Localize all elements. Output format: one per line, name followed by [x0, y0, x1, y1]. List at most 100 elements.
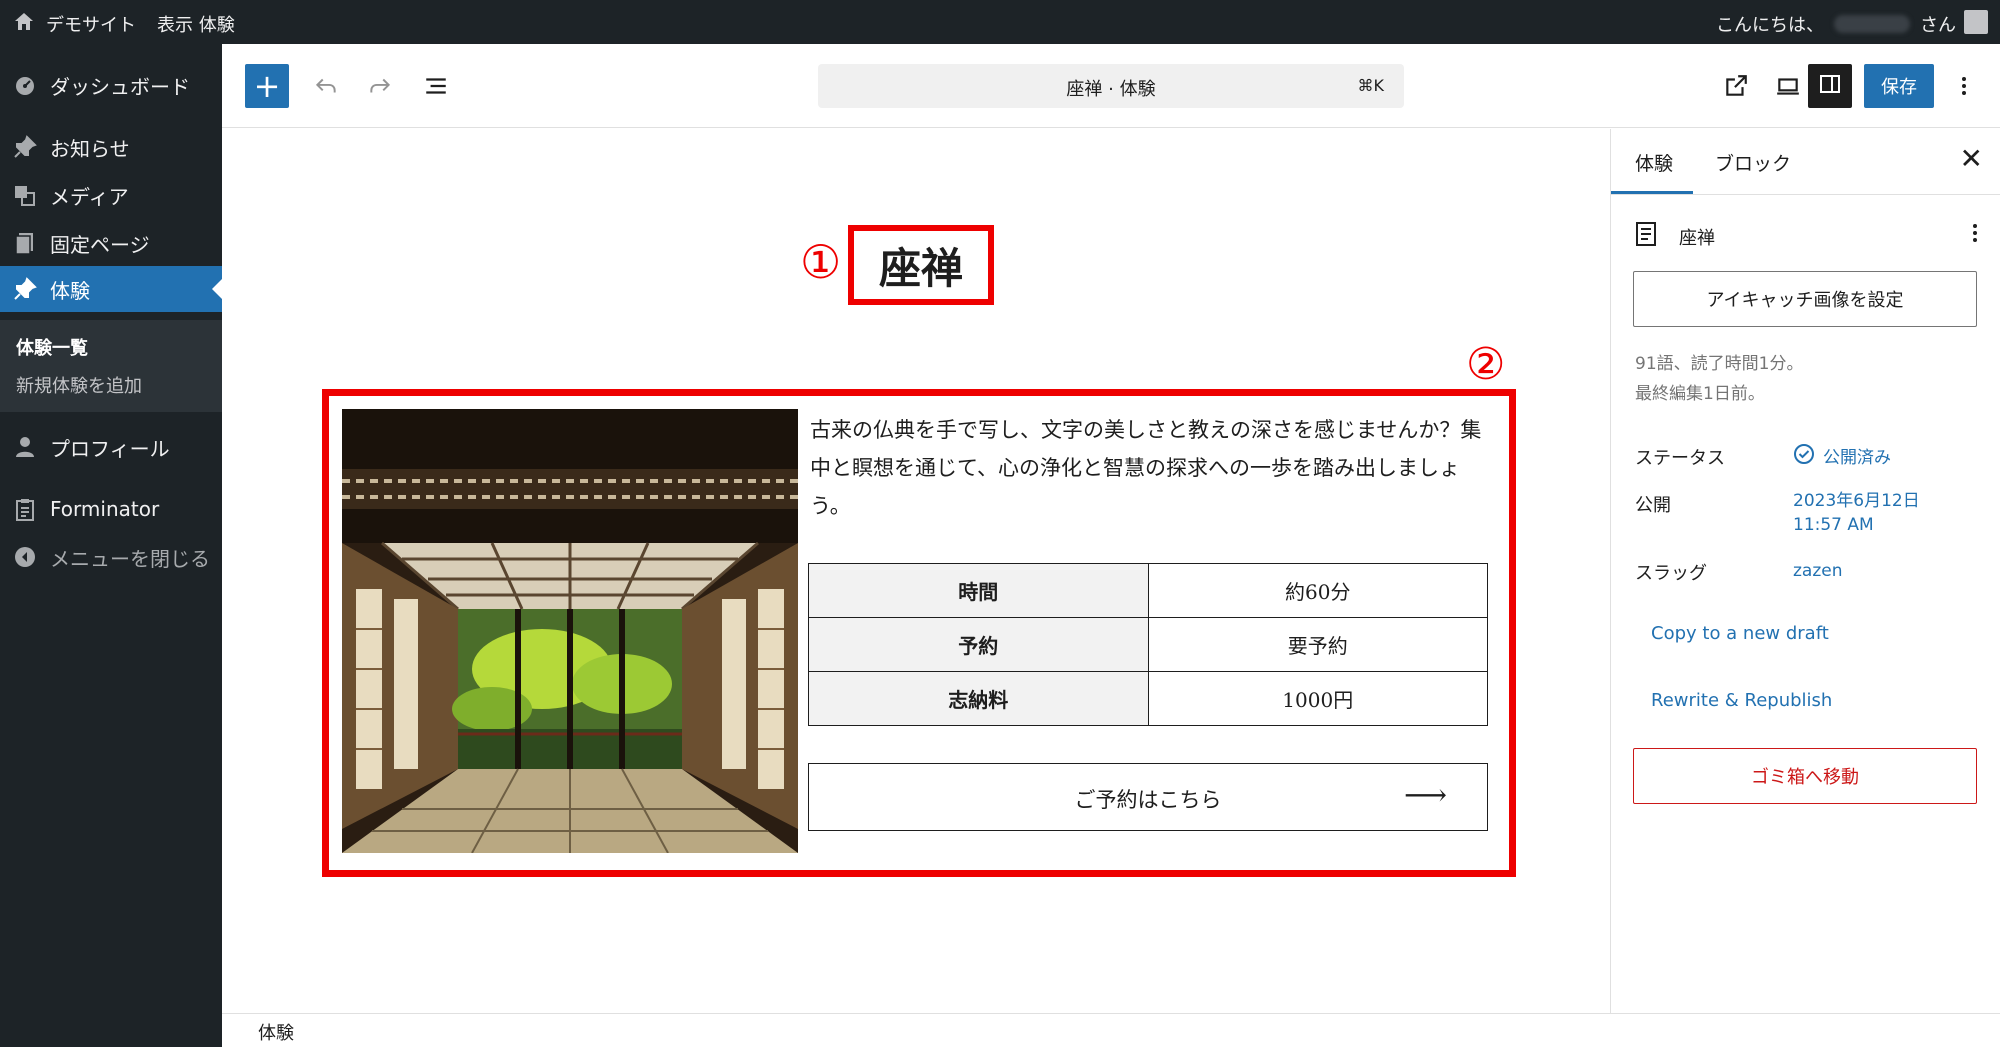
arrow-right-icon: ⟶ — [1403, 778, 1447, 813]
check-circle-icon — [1793, 443, 1815, 472]
sidebar-item-label: プロフィール — [50, 436, 170, 461]
pin-icon — [12, 134, 38, 160]
sidebar-item-label: メディア — [50, 184, 129, 209]
sidebar-item-label: Forminator — [50, 497, 160, 521]
table-cell-value: 約60分 — [1147, 563, 1488, 618]
editor-toolbar: + 座禅 · 体験 ⌘K 保存 — [222, 44, 2000, 128]
greeting-prefix: こんにちは、 — [1716, 15, 1824, 36]
command-shortcut: ⌘K — [1357, 76, 1385, 95]
info-table[interactable]: 時間 約60分 予約 要予約 志納料 1000円 — [808, 563, 1488, 726]
table-row: 予約 要予約 — [808, 617, 1488, 672]
submenu-item-all-experiences[interactable]: 体験一覧 — [16, 334, 88, 360]
sidebar-item-profile[interactable]: プロフィール — [0, 424, 222, 470]
settings-toggle-button[interactable] — [1808, 64, 1852, 108]
annotation-marker-1: ① — [800, 235, 842, 289]
table-cell-key: 志納料 — [808, 671, 1149, 726]
collapse-menu-button[interactable]: メニューを閉じる — [0, 534, 222, 580]
command-title: 座禅 · 体験 — [1066, 79, 1156, 100]
sidebar-item-label: メニューを閉じる — [50, 546, 210, 571]
table-cell-value: 1000円 — [1147, 671, 1488, 726]
site-name-link[interactable]: デモサイト — [46, 11, 136, 37]
editor-canvas: ① 座禅 ② 古来の仏典を手で写し、文字の美しさと教えの深さを感じませんか？集中… — [222, 129, 1610, 1013]
status-value-button[interactable]: 公開済み — [1793, 443, 1891, 472]
post-meta-info: 91語、読了時間1分。 最終編集1日前。 — [1635, 349, 1803, 409]
featured-photo[interactable] — [342, 409, 798, 853]
external-view-icon[interactable] — [1718, 68, 1754, 104]
post-summary-title: 座禅 — [1679, 228, 1715, 249]
home-icon[interactable] — [12, 10, 36, 34]
last-edited: 最終編集1日前。 — [1635, 384, 1765, 404]
active-tab-indicator — [1611, 191, 1693, 194]
blurred-username — [1834, 15, 1910, 33]
document-icon — [1635, 221, 1657, 251]
sidebar-item-forminator[interactable]: Forminator — [0, 486, 222, 532]
publish-date-button[interactable]: 2023年6月12日 11:57 AM — [1793, 489, 1920, 537]
user-icon — [12, 434, 38, 460]
sidebar-item-experience[interactable]: 体験 — [0, 266, 222, 312]
word-count: 91語、読了時間1分。 — [1635, 354, 1804, 374]
table-cell-value: 要予約 — [1147, 617, 1488, 672]
redo-icon[interactable] — [362, 68, 398, 104]
submenu-item-add-experience[interactable]: 新規体験を追加 — [16, 372, 142, 398]
annotation-marker-2: ② — [1466, 339, 1506, 390]
post-title[interactable]: 座禅 — [848, 225, 994, 305]
clipboard-icon — [12, 496, 38, 522]
add-block-button[interactable]: + — [245, 64, 289, 108]
rewrite-republish-link[interactable]: Rewrite & Republish — [1651, 690, 1832, 711]
admin-sidebar: ダッシュボード お知らせ メディア 固定ページ 体験 体験一覧 新規体験を追加 … — [0, 44, 222, 1047]
table-cell-key: 時間 — [808, 563, 1149, 618]
table-row: 志納料 1000円 — [808, 671, 1488, 726]
collapse-icon — [12, 544, 38, 570]
slug-label: スラッグ — [1635, 563, 1707, 584]
sidebar-item-dashboard[interactable]: ダッシュボード — [0, 62, 222, 108]
publish-time: 11:57 AM — [1793, 515, 1874, 535]
sidebar-item-label: お知らせ — [50, 136, 130, 161]
move-to-trash-button[interactable]: ゴミ箱へ移動 — [1633, 748, 1977, 804]
intro-paragraph[interactable]: 古来の仏典を手で写し、文字の美しさと教えの深さを感じませんか？集中と瞑想を通じて… — [810, 411, 1500, 525]
publish-date: 2023年6月12日 — [1793, 491, 1920, 511]
save-button[interactable]: 保存 — [1864, 64, 1934, 108]
post-actions-icon[interactable] — [1971, 221, 1979, 251]
view-post-link[interactable]: 表示 体験 — [157, 11, 235, 37]
avatar[interactable] — [1964, 10, 1988, 34]
table-row: 時間 約60分 — [808, 563, 1488, 618]
post-title-text: 座禅 — [878, 243, 963, 293]
tab-block[interactable]: ブロック — [1715, 149, 1791, 176]
more-options-icon[interactable] — [1946, 68, 1982, 104]
pin-icon — [12, 276, 38, 302]
greeting-suffix: さん — [1920, 15, 1956, 36]
close-icon[interactable]: ✕ — [1960, 145, 1983, 173]
settings-sidebar: 体験 ブロック ✕ 座禅 アイキャッチ画像を設定 91語、読了時間1分。 最終編… — [1610, 129, 2000, 1013]
copy-to-draft-link[interactable]: Copy to a new draft — [1651, 623, 1829, 644]
sidebar-item-pages[interactable]: 固定ページ — [0, 220, 222, 266]
sidebar-item-label: 固定ページ — [50, 232, 150, 257]
post-summary-row: 座禅 — [1635, 221, 1979, 251]
pages-icon — [12, 230, 38, 256]
publish-label: 公開 — [1635, 495, 1671, 516]
sidebar-item-label: ダッシュボード — [50, 74, 190, 99]
reserve-button-label: ご予約はこちら — [1074, 788, 1222, 812]
undo-icon[interactable] — [308, 68, 344, 104]
settings-tabs: 体験 ブロック ✕ — [1611, 129, 2000, 195]
block-breadcrumb-bar: 体験 — [222, 1013, 2000, 1047]
device-preview-icon[interactable] — [1770, 68, 1806, 104]
experience-submenu: 体験一覧 新規体験を追加 — [0, 320, 222, 412]
sidebar-item-news[interactable]: お知らせ — [0, 124, 222, 170]
status-label: ステータス — [1635, 448, 1725, 469]
command-palette-bar[interactable]: 座禅 · 体験 ⌘K — [818, 64, 1404, 108]
reserve-button[interactable]: ご予約はこちら ⟶ — [808, 763, 1488, 831]
breadcrumb[interactable]: 体験 — [258, 1019, 294, 1045]
list-view-icon[interactable] — [418, 68, 454, 104]
sidebar-item-media[interactable]: メディア — [0, 172, 222, 218]
sidebar-item-label: 体験 — [50, 278, 90, 303]
tab-post[interactable]: 体験 — [1635, 149, 1673, 176]
set-featured-image-button[interactable]: アイキャッチ画像を設定 — [1633, 271, 1977, 327]
user-greeting[interactable]: こんにちは、 さん — [1716, 11, 1956, 37]
dashboard-icon — [12, 72, 38, 98]
table-cell-key: 予約 — [808, 617, 1149, 672]
admin-bar: デモサイト 表示 体験 こんにちは、 さん — [0, 0, 2000, 44]
sidebar-panel-icon — [1818, 72, 1842, 100]
slug-value[interactable]: zazen — [1793, 559, 1843, 583]
status-value: 公開済み — [1823, 447, 1891, 468]
media-icon — [12, 182, 38, 208]
